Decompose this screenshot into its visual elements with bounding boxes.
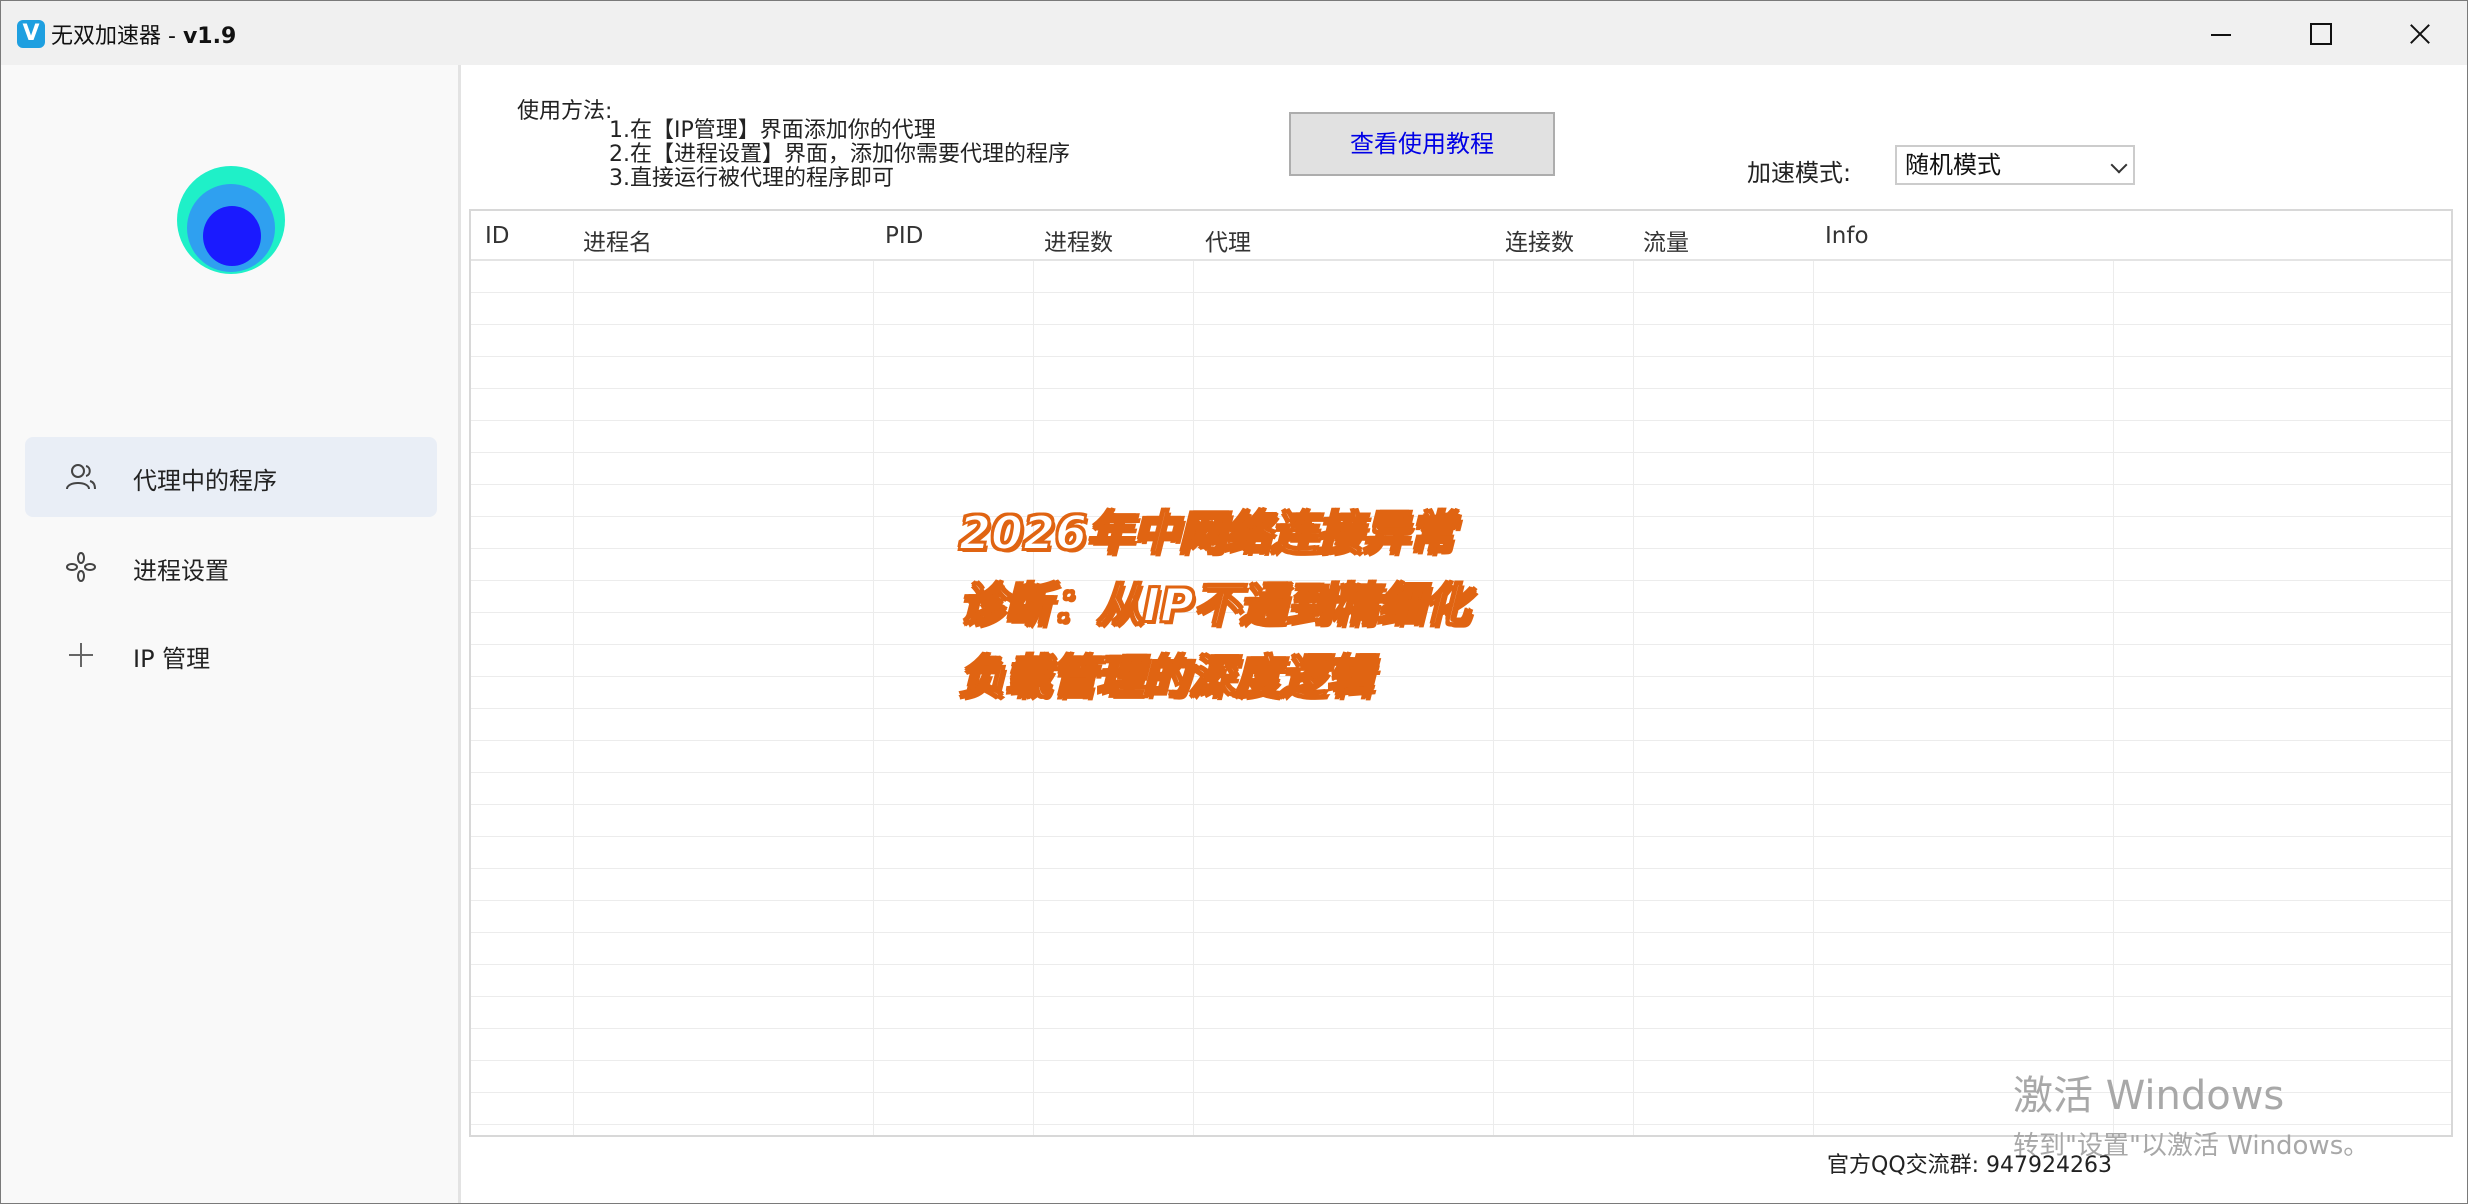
sidebar-item-ip-management[interactable]: IP 管理: [25, 615, 437, 695]
column-header-process-count[interactable]: 进程数: [1044, 223, 1113, 257]
overlay-line: 负载管理的深度逻辑: [958, 649, 1374, 705]
column-header-id[interactable]: ID: [485, 223, 510, 249]
sidebar-item-process-settings[interactable]: 进程设置: [25, 527, 437, 607]
qq-group-info: 官方QQ交流群: 947924263: [1827, 1153, 2113, 1178]
column-divider: [2113, 261, 2114, 1135]
accel-mode-value: 随机模式: [1905, 151, 2001, 179]
accel-mode-label: 加速模式:: [1747, 159, 1852, 187]
column-header-pid[interactable]: PID: [885, 223, 923, 249]
title-separator: -: [161, 24, 183, 49]
sidebar: 代理中的程序 进程设置 IP 管理: [1, 65, 461, 1203]
brand-logo-icon: [177, 166, 285, 274]
column-header-process-name[interactable]: 进程名: [583, 223, 652, 257]
accel-mode-select[interactable]: 随机模式: [1895, 145, 2135, 185]
watermark-line1: 激活 Windows: [2013, 1073, 2285, 1119]
title-bar[interactable]: V 无双加速器 - v1.9: [1, 1, 2467, 65]
column-divider: [573, 261, 574, 1135]
overlay-headline: 2026年中网络连接异常 诊断：从IP不通到精细化 负载管理的深度逻辑: [958, 497, 1519, 713]
close-button[interactable]: [2367, 1, 2467, 65]
sidebar-item-label: IP 管理: [133, 645, 211, 673]
column-divider: [873, 261, 874, 1135]
users-icon: [66, 464, 96, 490]
sidebar-item-label: 进程设置: [133, 557, 229, 585]
column-divider: [1813, 261, 1814, 1135]
plus-icon: [69, 643, 93, 667]
minimize-button[interactable]: [2169, 1, 2269, 65]
column-header-traffic[interactable]: 流量: [1643, 223, 1689, 257]
table-header: ID 进程名 PID 进程数 代理 连接数 流量 Info: [471, 211, 2451, 261]
app-window: V 无双加速器 - v1.9 代理中的程序 进程设置 IP 管理 使用方法: 1…: [0, 0, 2468, 1204]
settings-cross-icon: [65, 551, 97, 583]
window-title: 无双加速器 - v1.9: [51, 18, 236, 50]
app-logo-icon: V: [17, 20, 45, 48]
column-header-proxy[interactable]: 代理: [1205, 223, 1251, 257]
column-header-info[interactable]: Info: [1825, 223, 1869, 249]
column-divider: [1633, 261, 1634, 1135]
column-header-connections[interactable]: 连接数: [1505, 223, 1574, 257]
app-name: 无双加速器: [51, 24, 162, 49]
sidebar-item-proxied-programs[interactable]: 代理中的程序: [25, 437, 437, 517]
chevron-down-icon: [2110, 156, 2128, 174]
overlay-line: 2026年中网络连接异常: [958, 505, 1456, 561]
view-tutorial-button[interactable]: 查看使用教程: [1289, 112, 1555, 176]
app-version: v1.9: [182, 24, 237, 49]
usage-steps: 1.在【IP管理】界面添加你的代理 2.在【进程设置】界面，添加你需要代理的程序…: [609, 119, 1070, 191]
maximize-button[interactable]: [2269, 1, 2369, 65]
sidebar-item-label: 代理中的程序: [133, 467, 277, 495]
usage-step: 2.在【进程设置】界面，添加你需要代理的程序: [609, 142, 1070, 167]
usage-step: 3.直接运行被代理的程序即可: [609, 166, 894, 191]
usage-step: 1.在【IP管理】界面添加你的代理: [609, 118, 936, 143]
overlay-line: 诊断：从IP不通到精细化: [958, 577, 1471, 633]
usage-title: 使用方法:: [517, 99, 613, 124]
